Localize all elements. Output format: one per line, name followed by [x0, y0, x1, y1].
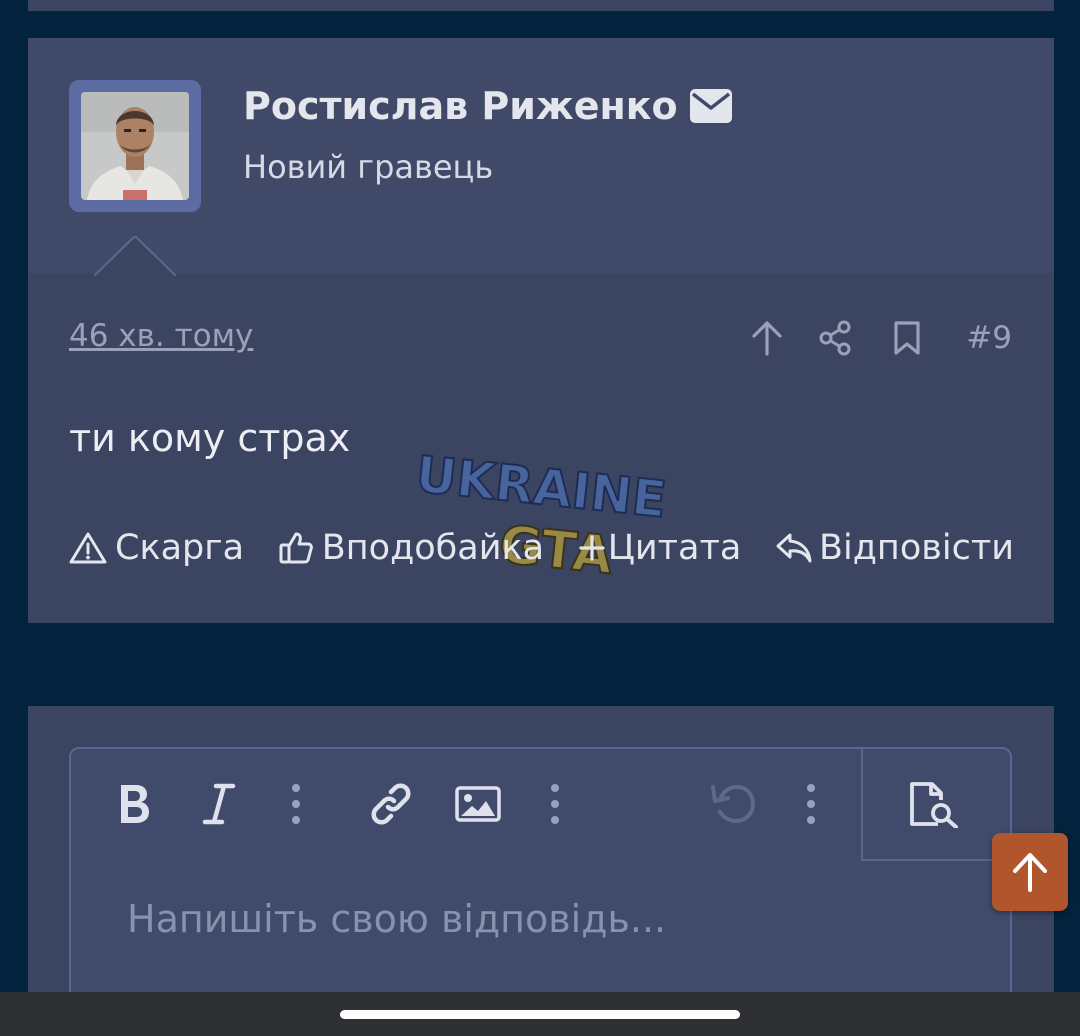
home-gesture-handle[interactable]	[340, 1010, 740, 1019]
reply-input[interactable]: Напишіть свою відповідь...	[127, 897, 666, 941]
rich-text-editor: Напишіть свою відповідь...	[69, 747, 1014, 1007]
author-name-text[interactable]: Ростислав Риженко	[243, 84, 678, 128]
author-name[interactable]: Ростислав Риженко	[243, 84, 732, 128]
toolbar-divider	[861, 749, 863, 861]
report-button[interactable]: Скарга	[69, 528, 244, 568]
image-icon[interactable]	[453, 777, 503, 831]
author-title: Новий гравець	[243, 148, 494, 186]
more-options-icon[interactable]	[800, 777, 822, 831]
more-options-icon[interactable]	[285, 777, 307, 831]
post-card: Ростислав Риженко Новий гравець 46 хв. т…	[28, 38, 1054, 623]
avatar[interactable]	[69, 80, 201, 212]
more-options-icon[interactable]	[544, 777, 566, 831]
arrow-up-icon[interactable]	[750, 320, 784, 356]
post-number-link[interactable]: #9	[966, 320, 1012, 356]
thumbs-up-icon	[279, 532, 313, 564]
quote-button[interactable]: Цитата	[578, 528, 742, 568]
system-navigation-bar	[0, 992, 1080, 1036]
share-icon[interactable]	[818, 320, 852, 356]
scroll-to-top-button[interactable]	[992, 833, 1068, 911]
link-icon[interactable]	[365, 777, 417, 831]
like-label: Вподобайка	[321, 528, 545, 568]
post-tools: #9	[750, 314, 1012, 362]
editor-toolbar	[71, 749, 1014, 861]
warning-icon	[69, 532, 107, 564]
post-actions: Скарга Вподобайка Цитата Відповісти	[69, 523, 1014, 573]
undo-icon[interactable]	[707, 777, 759, 831]
bookmark-icon[interactable]	[892, 320, 922, 356]
arrow-up-icon	[1013, 853, 1047, 892]
reply-icon	[776, 533, 812, 563]
post-body-text: ти кому страх	[69, 416, 351, 460]
report-label: Скарга	[115, 528, 245, 568]
avatar-image	[81, 92, 189, 200]
watermark-line1: UKRAINE	[413, 445, 669, 529]
plus-icon	[579, 535, 605, 561]
bold-icon[interactable]	[113, 777, 155, 831]
preview-icon[interactable]	[907, 777, 963, 831]
avatar-caret	[94, 236, 176, 276]
post-date-link[interactable]: 46 хв. тому	[69, 318, 253, 354]
quote-label: Цитата	[607, 528, 742, 568]
envelope-icon[interactable]	[689, 89, 732, 123]
reply-box: Напишіть свою відповідь...	[28, 706, 1054, 1007]
italic-icon[interactable]	[199, 777, 239, 831]
post-author-header: Ростислав Риженко Новий гравець	[28, 38, 1054, 276]
reply-button[interactable]: Відповісти	[775, 528, 1014, 568]
previous-post-card	[28, 0, 1054, 11]
like-button[interactable]: Вподобайка	[278, 528, 544, 568]
reply-label: Відповісти	[819, 528, 1014, 568]
